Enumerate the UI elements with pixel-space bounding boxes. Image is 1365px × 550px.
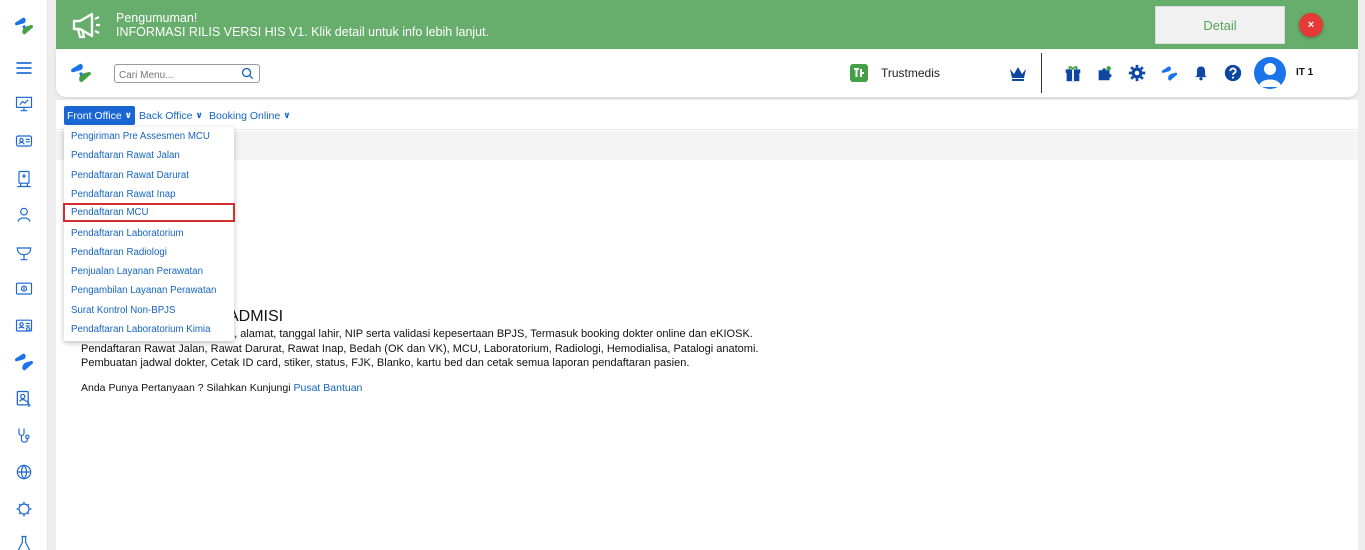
- settings-face-icon[interactable]: [12, 497, 36, 521]
- menu-front-office[interactable]: Front Office ∨: [64, 106, 135, 125]
- megaphone-icon: [70, 10, 102, 40]
- menu-front-office-label: Front Office: [67, 109, 122, 122]
- finance-icon[interactable]: [12, 277, 36, 301]
- brand-name: Trustmedis: [881, 66, 940, 80]
- presentation-icon[interactable]: [12, 92, 36, 116]
- chevron-down-icon: ∨: [195, 110, 203, 120]
- globe-icon[interactable]: [12, 460, 36, 484]
- chevron-down-icon: ∨: [283, 110, 291, 120]
- dropdown-item-pendaftaran-mcu[interactable]: Pendaftaran MCU: [63, 203, 235, 223]
- pharmacy-icon[interactable]: [12, 241, 36, 265]
- menu-back-office-label: Back Office: [139, 109, 193, 122]
- menu-back-office[interactable]: Back Office ∨: [136, 106, 206, 125]
- bell-icon[interactable]: [1190, 62, 1212, 84]
- dropdown-item[interactable]: Pendaftaran Rawat Inap: [64, 185, 234, 204]
- user-name[interactable]: IT 1: [1296, 67, 1313, 78]
- trustmedis-cross-icon[interactable]: [12, 350, 36, 374]
- help-center-link[interactable]: Pusat Bantuan: [294, 382, 363, 394]
- front-office-dropdown: Pengiriman Pre Assesmen MCU Pendaftaran …: [63, 127, 235, 341]
- menu-search-input[interactable]: [115, 67, 235, 84]
- close-announcement-button[interactable]: ×: [1299, 13, 1323, 37]
- description-line-3: Pembuatan jadwal dokter, Cetak ID card, …: [81, 357, 690, 369]
- help-icon[interactable]: [1222, 62, 1244, 84]
- help-text: Anda Punya Pertanyaan ? Silahkan Kunjung…: [81, 382, 362, 394]
- trustmedis-logo-icon[interactable]: [12, 14, 36, 38]
- stethoscope-icon[interactable]: [12, 424, 36, 448]
- id-card-icon[interactable]: [12, 129, 36, 153]
- dropdown-item[interactable]: Pendaftaran Rawat Jalan: [64, 146, 234, 165]
- help-text-label: Anda Punya Pertanyaan ? Silahkan Kunjung…: [81, 382, 291, 394]
- description-line-2: Pendaftaran Rawat Jalan, Rawat Darurat, …: [81, 343, 759, 355]
- breadcrumb-strip: [56, 131, 1358, 160]
- header-divider: [1041, 53, 1042, 93]
- main-content: Front Office ∨ Back Office ∨ Booking Onl…: [56, 100, 1358, 550]
- report-icon[interactable]: [12, 314, 36, 338]
- dropdown-item[interactable]: Pendaftaran Radiologi: [64, 243, 234, 262]
- registration-icon[interactable]: [12, 387, 36, 411]
- trustmedis-logo-icon[interactable]: [70, 62, 92, 84]
- menu-booking-online-label: Booking Online: [209, 109, 281, 122]
- announcement-title: Pengumuman!: [116, 11, 198, 25]
- chevron-down-icon: ∨: [124, 110, 132, 120]
- dropdown-item[interactable]: Surat Kontrol Non-BPJS: [64, 301, 234, 320]
- dropdown-item[interactable]: Pendaftaran Laboratorium: [64, 224, 234, 243]
- dropdown-item[interactable]: Pengiriman Pre Assesmen MCU: [64, 127, 234, 146]
- top-header: Trustmedis IT 1: [56, 49, 1358, 97]
- trustmedis-small-icon[interactable]: [1158, 62, 1180, 84]
- detail-button[interactable]: Detail: [1155, 6, 1285, 44]
- gift-icon[interactable]: [1062, 62, 1084, 84]
- lab-flask-icon[interactable]: [12, 532, 36, 550]
- doctor-icon[interactable]: [12, 167, 36, 191]
- section-title: ADMISI: [228, 308, 284, 325]
- dropdown-item[interactable]: Penjualan Layanan Perawatan: [64, 262, 234, 281]
- trustmedis-brand-icon: [850, 64, 868, 82]
- module-menu-bar: Front Office ∨ Back Office ∨ Booking Onl…: [56, 100, 1358, 130]
- dropdown-item[interactable]: Pendaftaran Laboratorium Kimia: [64, 320, 234, 339]
- puzzle-icon[interactable]: [1094, 62, 1116, 84]
- left-sidebar: [0, 0, 48, 550]
- dropdown-item[interactable]: Pendaftaran Rawat Darurat: [64, 166, 234, 185]
- description-line-1: a, alamat, tanggal lahir, NIP serta vali…: [228, 328, 753, 340]
- search-icon[interactable]: [241, 67, 254, 80]
- menu-search: [114, 64, 260, 84]
- menu-booking-online[interactable]: Booking Online ∨: [206, 106, 294, 125]
- announcement-bar: Pengumuman! INFORMASI RILIS VERSI HIS V1…: [56, 0, 1358, 50]
- announcement-message: INFORMASI RILIS VERSI HIS V1. Klik detai…: [116, 25, 490, 39]
- hamburger-menu-icon[interactable]: [12, 56, 36, 80]
- patient-icon[interactable]: [12, 203, 36, 227]
- avatar-icon[interactable]: [1254, 57, 1286, 89]
- gear-icon[interactable]: [1126, 62, 1148, 84]
- dropdown-item[interactable]: Pengambilan Layanan Perawatan: [64, 281, 234, 300]
- crown-icon[interactable]: [1008, 64, 1028, 82]
